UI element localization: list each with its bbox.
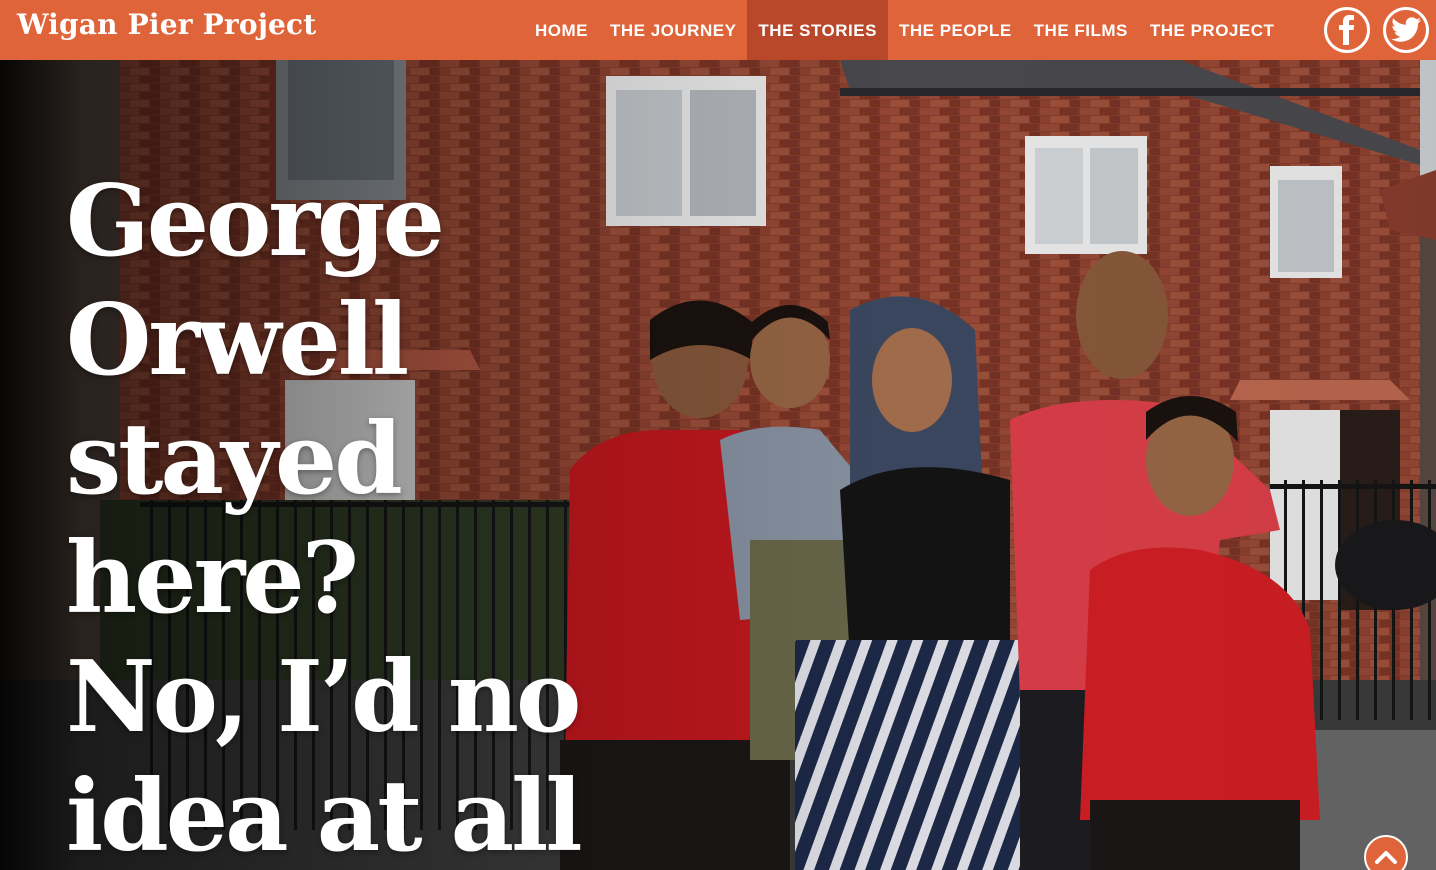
twitter-icon[interactable] [1383, 7, 1429, 53]
page-headline: George Orwell stayed here? No, I’d no id… [66, 162, 706, 870]
site-header: Wigan Pier Project HOME THE JOURNEY THE … [0, 0, 1436, 60]
nav-the-project[interactable]: THE PROJECT [1139, 0, 1286, 60]
nav-the-people[interactable]: THE PEOPLE [888, 0, 1023, 60]
headline-line: stayed here? [66, 402, 403, 636]
headline-line: No, I’d no [66, 640, 581, 755]
facebook-icon[interactable] [1324, 7, 1370, 53]
hero: George Orwell stayed here? No, I’d no id… [0, 60, 1436, 870]
nav-home[interactable]: HOME [524, 0, 599, 60]
headline-line: George [66, 164, 445, 279]
chevron-up-icon [1375, 851, 1397, 864]
nav-the-films[interactable]: THE FILMS [1023, 0, 1139, 60]
headline-line: idea at all [66, 759, 583, 870]
nav-the-stories[interactable]: THE STORIES [747, 0, 888, 60]
headline-line: Orwell [66, 283, 409, 398]
nav-the-journey[interactable]: THE JOURNEY [599, 0, 747, 60]
site-logo[interactable]: Wigan Pier Project [17, 8, 316, 41]
main-nav: HOME THE JOURNEY THE STORIES THE PEOPLE … [524, 0, 1285, 60]
